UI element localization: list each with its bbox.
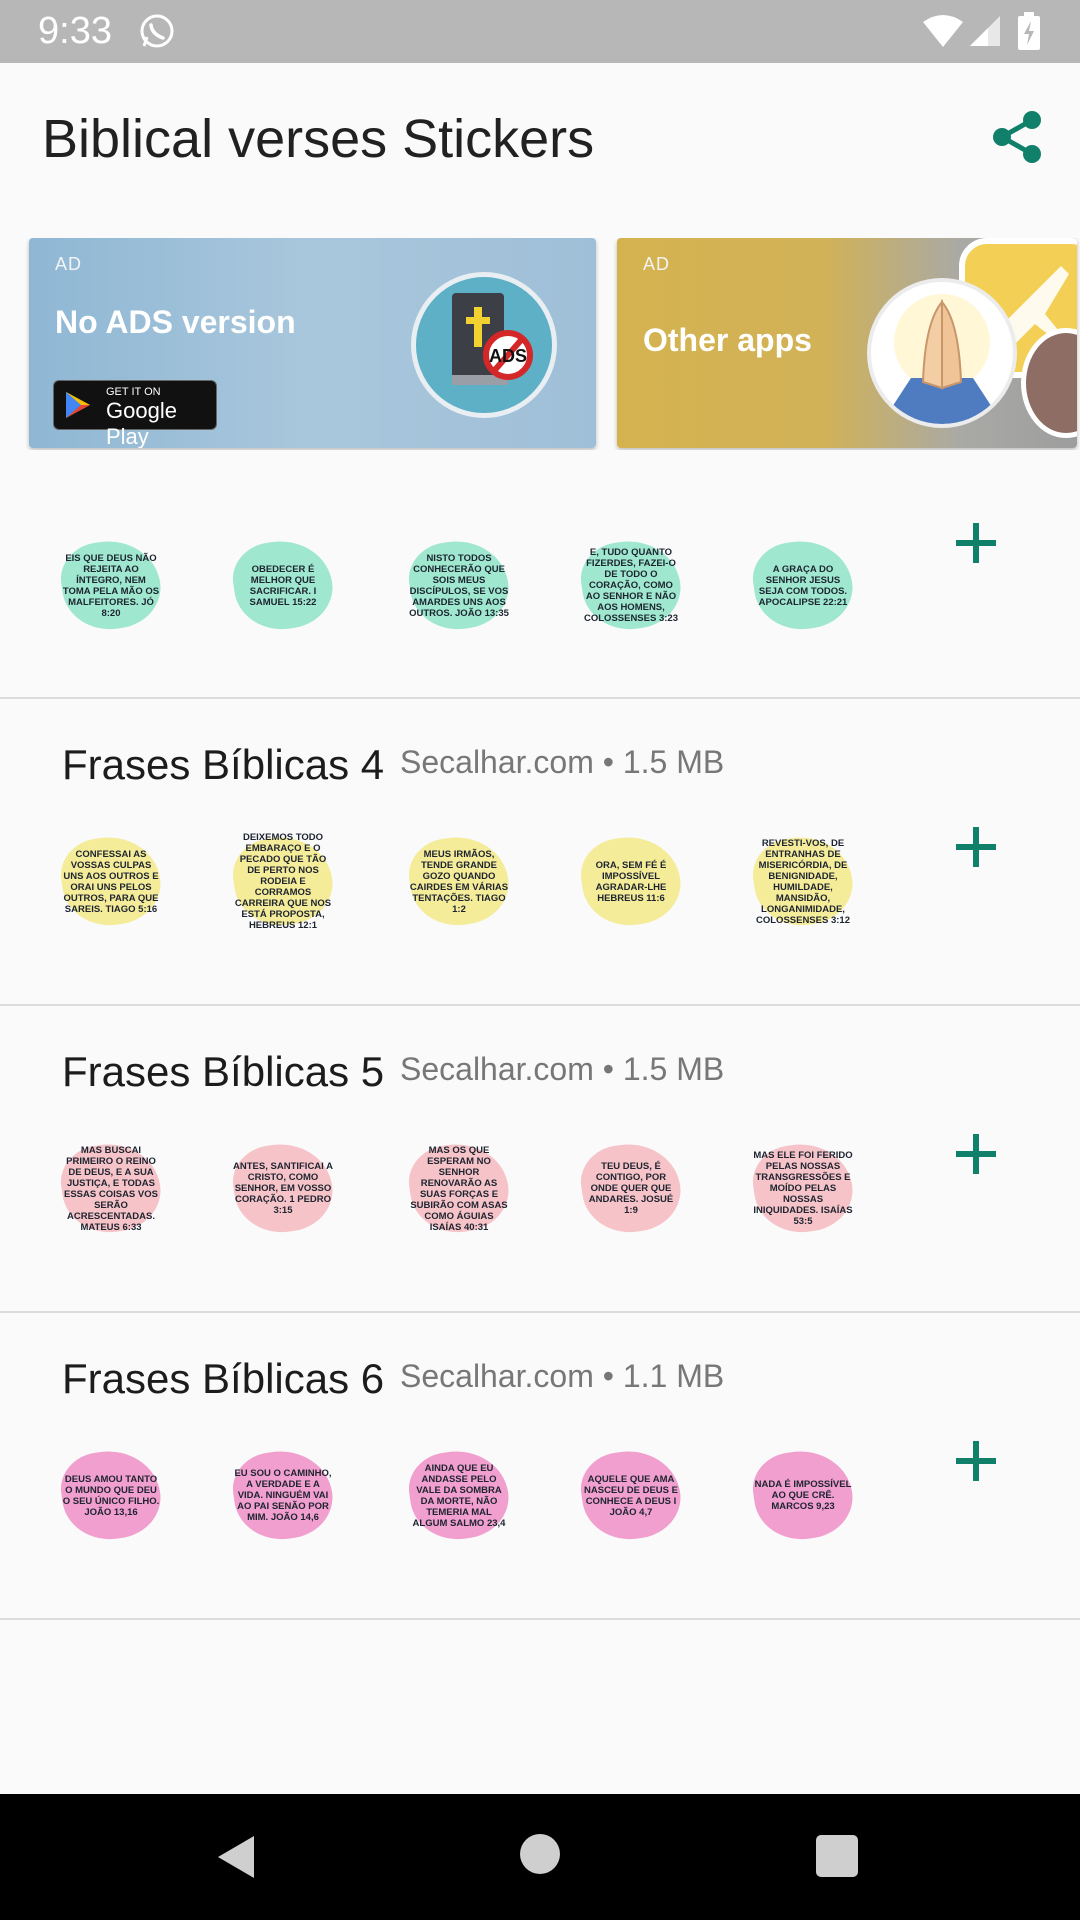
home-icon[interactable] [520, 1834, 560, 1874]
sticker: TEU DEUS, É CONTIGO, POR ONDE QUER QUE A… [576, 1136, 686, 1241]
signal-icon [970, 16, 1000, 46]
ad-badge: AD [643, 254, 671, 274]
sticker: EU SOU O CAMINHO, A VERDADE E A VIDA. NI… [228, 1443, 338, 1548]
ad-title: No ADS version [55, 304, 296, 340]
share-icon[interactable] [988, 108, 1046, 166]
sticker-pack[interactable]: Frases Bíblicas 6 Secalhar.com • 1.1 MB … [0, 1313, 1080, 1620]
store-caption: GET IT ON [106, 386, 161, 398]
pack-meta: Secalhar.com • 1.1 MB [400, 1358, 725, 1394]
sticker-pack[interactable]: Frases Bíblicas 5 Secalhar.com • 1.5 MB … [0, 1006, 1080, 1313]
ad-title: Other apps [643, 322, 812, 358]
sticker-pack[interactable]: EIS QUE DEUS NÃO REJEITA AO ÍNTEGRO, NEM… [0, 475, 1080, 699]
battery-icon [1018, 12, 1040, 50]
add-pack-button[interactable] [952, 1437, 1000, 1485]
ad-card-other-apps[interactable]: AD Other apps [617, 238, 1077, 448]
sticker: REVESTI-VOS, DE ENTRANHAS DE MISERICÓRDI… [748, 829, 858, 934]
sticker: A GRAÇA DO SENHOR JESUS SEJA COM TODOS. … [748, 533, 858, 638]
add-pack-button[interactable] [952, 823, 1000, 871]
pack-meta: Secalhar.com • 1.5 MB [400, 744, 725, 780]
praying-hands-icon [867, 278, 1017, 428]
sticker: E, TUDO QUANTO FIZERDES, FAZEI-O DE TODO… [576, 533, 686, 638]
status-time: 9:33 [38, 10, 112, 52]
sticker: DEIXEMOS TODO EMBARAÇO E O PECADO QUE TÃ… [228, 829, 338, 934]
whatsapp-icon [140, 14, 174, 48]
page-title: Biblical verses Stickers [42, 109, 595, 169]
sticker: ANTES, SANTIFICAI A CRISTO, COMO SENHOR,… [228, 1136, 338, 1241]
pack-name: Frases Bíblicas 5 [62, 1048, 385, 1095]
sticker: NADA É IMPOSSÍVEL AO QUE CRÊ. MARCOS 9,2… [748, 1443, 858, 1548]
sticker: EIS QUE DEUS NÃO REJEITA AO ÍNTEGRO, NEM… [56, 533, 166, 638]
add-pack-button[interactable] [952, 1130, 1000, 1178]
sticker: AINDA QUE EU ANDASSE PELO VALE DA SOMBRA… [404, 1443, 514, 1548]
sticker: DEUS AMOU TANTO O MUNDO QUE DEU O SEU ÚN… [56, 1443, 166, 1548]
wifi-icon [923, 15, 963, 47]
google-play-badge[interactable]: GET IT ON Google Play [53, 380, 217, 448]
sticker: ORA, SEM FÉ É IMPOSSÍVEL AGRADAR-LHE HEB… [576, 829, 686, 934]
sticker: MAS ELE FOI FERIDO PELAS NOSSAS TRANSGRE… [748, 1136, 858, 1241]
ad-badge: AD [55, 254, 83, 274]
sticker: MEUS IRMÃOS, TENDE GRANDE GOZO QUANDO CA… [404, 829, 514, 934]
sticker: NISTO TODOS CONHECERÃO QUE SOIS MEUS DIS… [404, 533, 514, 638]
sticker: OBEDECER É MELHOR QUE SACRIFICAR. I SAMU… [228, 533, 338, 638]
bible-no-ads-icon: ADS [411, 272, 557, 418]
pack-name: Frases Bíblicas 6 [62, 1355, 385, 1402]
recents-icon[interactable] [816, 1835, 858, 1877]
sticker: CONFESSAI AS VOSSAS CULPAS UNS AOS OUTRO… [56, 829, 166, 934]
sticker-pack[interactable]: Frases Bíblicas 4 Secalhar.com • 1.5 MB … [0, 699, 1080, 1006]
google-play-icon [66, 392, 90, 418]
svg-text:ADS: ADS [489, 346, 527, 366]
sticker: AQUELE QUE AMA NASCEU DE DEUS E CONHECE … [576, 1443, 686, 1548]
sticker: MAS BUSCAI PRIMEIRO O REINO DE DEUS, E A… [56, 1136, 166, 1241]
add-pack-button[interactable] [952, 519, 1000, 567]
back-icon[interactable] [216, 1834, 256, 1880]
store-name: Google Play [106, 398, 177, 448]
status-bar: 9:33 [0, 0, 1080, 63]
sticker: MAS OS QUE ESPERAM NO SENHOR RENOVARÃO A… [404, 1136, 514, 1241]
app-bar: Biblical verses Stickers [0, 63, 1080, 213]
navigation-bar [0, 1794, 1080, 1920]
ad-card-no-ads[interactable]: AD No ADS version GET IT ON Google Play … [29, 238, 596, 448]
pack-name: Frases Bíblicas 4 [62, 741, 385, 788]
ad-carousel: AD No ADS version GET IT ON Google Play … [0, 238, 1080, 450]
pack-meta: Secalhar.com • 1.5 MB [400, 1051, 725, 1087]
